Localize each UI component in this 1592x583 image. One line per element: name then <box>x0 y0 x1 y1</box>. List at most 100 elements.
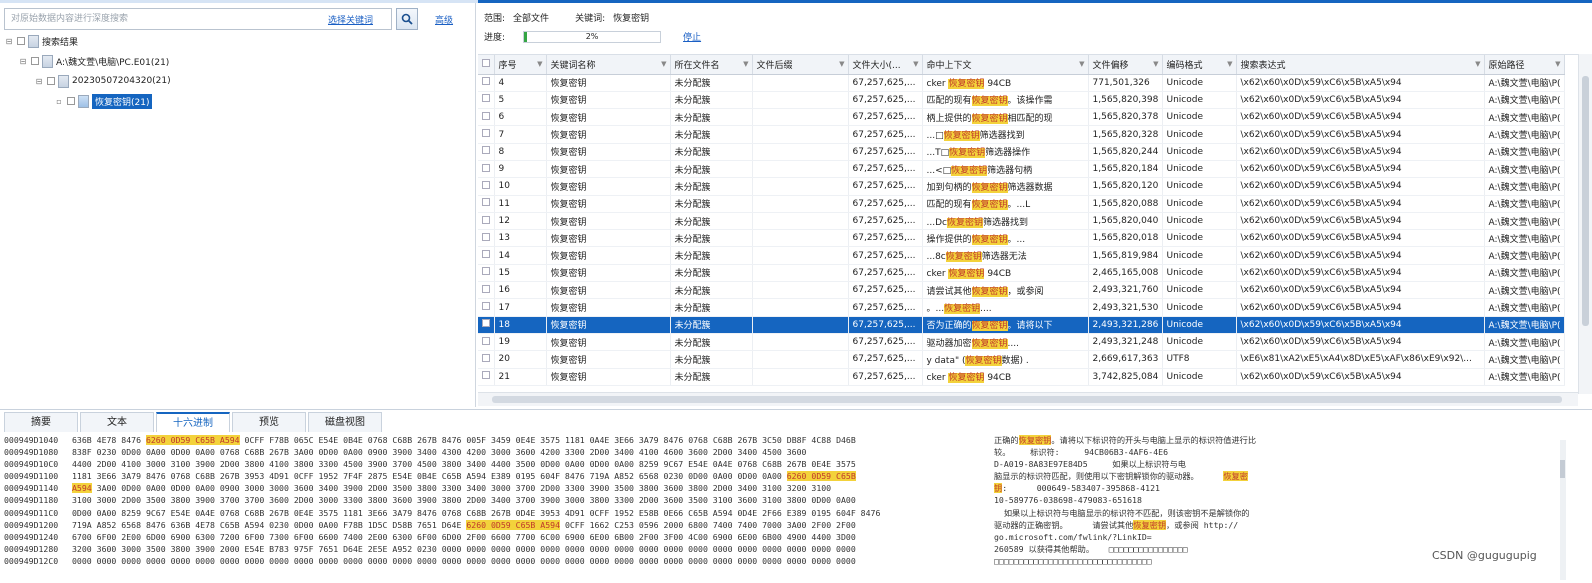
filter-icon[interactable]: ▼ <box>1555 60 1560 68</box>
row-checkbox-cell[interactable] <box>478 195 495 213</box>
tree-expander-icon[interactable]: ▫ <box>54 97 64 106</box>
row-checkbox-cell[interactable] <box>478 91 495 110</box>
hex-line[interactable]: 000949D1200 719A A852 6568 8476 636B 4E78… <box>4 519 1374 531</box>
row-checkbox-cell[interactable] <box>478 212 495 231</box>
vertical-scroll-thumb[interactable] <box>1582 76 1589 326</box>
row-checkbox-cell[interactable] <box>478 316 495 334</box>
hex-line[interactable]: 000949D1180 3100 3000 2D00 3500 3800 3900… <box>4 494 1374 506</box>
row-checkbox[interactable] <box>482 215 490 224</box>
search-button[interactable] <box>396 8 418 30</box>
filter-icon[interactable]: ▼ <box>743 60 748 68</box>
hex-line[interactable]: 000949D1280 3200 3600 3000 3500 3800 3900… <box>4 543 1374 555</box>
tab-3[interactable]: 预览 <box>232 412 306 432</box>
filter-icon[interactable]: ▼ <box>839 60 844 68</box>
column-header[interactable]: 文件大小(... ▼ <box>848 55 923 75</box>
row-checkbox-cell[interactable] <box>478 281 495 300</box>
row-checkbox[interactable] <box>482 146 490 155</box>
row-checkbox[interactable] <box>482 371 490 380</box>
select-all-checkbox-cell[interactable] <box>478 55 495 75</box>
tab-1[interactable]: 文本 <box>80 412 154 432</box>
tree-node[interactable]: ⊟ 搜索结果 <box>4 33 78 49</box>
filter-icon[interactable]: ▼ <box>913 60 918 68</box>
tree-node[interactable]: ⊟ 20230507204320(21) <box>34 73 171 89</box>
stop-link[interactable]: 停止 <box>683 30 701 43</box>
hex-line[interactable]: 000949D11C0 0D00 0A00 8259 9C67 E54E 0A4E… <box>4 507 1374 519</box>
row-checkbox[interactable] <box>482 94 490 103</box>
table-row[interactable]: 11 恢复密钥 未分配簇 67,257,625,... 匹配的现有恢复密钥。...L 1,… <box>478 195 1565 213</box>
filter-icon[interactable]: ▼ <box>1153 60 1158 68</box>
tree-checkbox[interactable] <box>67 97 75 105</box>
column-header[interactable]: 编码格式 ▼ <box>1162 55 1237 75</box>
table-row[interactable]: 5 恢复密钥 未分配簇 67,257,625,... 匹配的现有恢复密钥。该操作需 1,5… <box>478 91 1565 110</box>
table-row[interactable]: 10 恢复密钥 未分配簇 67,257,625,... 加到句柄的恢复密钥筛选器数据 1,… <box>478 177 1565 196</box>
table-row[interactable]: 12 恢复密钥 未分配簇 67,257,625,... ...Dc恢复密钥筛选器找到 1,… <box>478 212 1565 231</box>
table-row[interactable]: 15 恢复密钥 未分配簇 67,257,625,... cker 恢复密钥 94CB 2,… <box>478 264 1565 283</box>
row-checkbox-cell[interactable] <box>478 264 495 283</box>
table-row[interactable]: 20 恢复密钥 未分配簇 67,257,625,... y data" (恢复密钥数据)… <box>478 350 1565 369</box>
table-row[interactable]: 14 恢复密钥 未分配簇 67,257,625,... ...8c恢复密钥筛选器无法 1,… <box>478 246 1565 265</box>
column-header[interactable]: 原始路径 ▼ <box>1484 55 1565 75</box>
row-checkbox-cell[interactable] <box>478 74 495 92</box>
row-checkbox[interactable] <box>482 163 490 172</box>
horizontal-scrollbar[interactable] <box>478 392 1578 406</box>
row-checkbox[interactable] <box>482 319 490 328</box>
row-checkbox[interactable] <box>482 353 490 362</box>
table-row[interactable]: 7 恢复密钥 未分配簇 67,257,625,... ...□恢复密钥筛选器找到 1,56… <box>478 125 1565 144</box>
hex-line[interactable]: 000949D1040 636B 4E78 8476 6260 0D59 C65B… <box>4 434 1374 446</box>
column-header[interactable]: 序号 ▼ <box>494 55 547 75</box>
row-checkbox-cell[interactable] <box>478 143 495 161</box>
filter-icon[interactable]: ▼ <box>661 60 666 68</box>
horizontal-scroll-thumb[interactable] <box>492 396 1562 403</box>
column-header[interactable]: 所在文件名 ▼ <box>670 55 753 75</box>
hex-line[interactable]: 000949D1240 6700 6F00 2E00 6D00 6900 6300… <box>4 531 1374 543</box>
tab-0[interactable]: 摘要 <box>4 412 78 432</box>
row-checkbox-cell[interactable] <box>478 177 495 196</box>
tree-checkbox[interactable] <box>31 57 39 65</box>
tree-expander-icon[interactable]: ⊟ <box>18 57 28 66</box>
table-row[interactable]: 19 恢复密钥 未分配簇 67,257,625,... 驱动器加密恢复密钥.... 2,4… <box>478 333 1565 352</box>
row-checkbox-cell[interactable] <box>478 333 495 352</box>
tree-node[interactable]: ▫ 恢复密钥(21) <box>54 93 153 109</box>
table-row[interactable]: 21 恢复密钥 未分配簇 67,257,625,... cker 恢复密钥 94CB 3,… <box>478 368 1565 386</box>
row-checkbox-cell[interactable] <box>478 368 495 386</box>
table-row[interactable]: 9 恢复密钥 未分配簇 67,257,625,... ...<□恢复密钥筛选器句柄 1,5… <box>478 160 1565 179</box>
tree-checkbox[interactable] <box>17 37 25 45</box>
table-row[interactable]: 4 恢复密钥 未分配簇 67,257,625,... cker 恢复密钥 94CB 771… <box>478 74 1565 92</box>
row-checkbox[interactable] <box>482 180 490 189</box>
row-checkbox[interactable] <box>482 336 490 345</box>
row-checkbox[interactable] <box>482 284 490 293</box>
hex-scrollbar[interactable] <box>1560 440 1566 580</box>
row-checkbox-cell[interactable] <box>478 108 495 127</box>
row-checkbox[interactable] <box>482 250 490 259</box>
row-checkbox-cell[interactable] <box>478 246 495 265</box>
row-checkbox[interactable] <box>482 302 490 310</box>
table-row[interactable]: 6 恢复密钥 未分配簇 67,257,625,... 柄上提供的恢复密钥相匹配的现 1,5… <box>478 108 1565 127</box>
hex-line[interactable]: 000949D10C0 4400 2D00 4100 3000 3100 3900… <box>4 458 1374 470</box>
select-all-checkbox[interactable] <box>482 58 490 67</box>
row-checkbox-cell[interactable] <box>478 125 495 144</box>
filter-icon[interactable]: ▼ <box>1475 60 1480 68</box>
column-header[interactable]: 搜索表达式 ▼ <box>1236 55 1485 75</box>
filter-icon[interactable]: ▼ <box>1227 60 1232 68</box>
row-checkbox[interactable] <box>482 198 490 207</box>
search-input[interactable] <box>5 9 305 29</box>
row-checkbox-cell[interactable] <box>478 229 495 248</box>
row-checkbox-cell[interactable] <box>478 350 495 369</box>
tree-expander-icon[interactable]: ⊟ <box>34 77 44 86</box>
row-checkbox[interactable] <box>482 129 490 138</box>
tree-checkbox[interactable] <box>47 77 55 85</box>
hex-line[interactable]: 000949D1080 838F 0230 0D00 0A00 0D00 0A00… <box>4 446 1374 458</box>
row-checkbox[interactable] <box>482 232 490 241</box>
tree-expander-icon[interactable]: ⊟ <box>4 37 14 46</box>
hex-scroll-thumb[interactable] <box>1560 460 1565 478</box>
advanced-link[interactable]: 高级 <box>435 13 453 26</box>
column-header[interactable]: 命中上下文 ▼ <box>922 55 1089 75</box>
hex-line[interactable]: 000949D12C0 0000 0000 0000 0000 0000 0000… <box>4 555 1374 567</box>
table-row[interactable]: 16 恢复密钥 未分配簇 67,257,625,... 请尝试其他恢复密钥，或参阅 2,4… <box>478 281 1565 300</box>
table-row[interactable]: 8 恢复密钥 未分配簇 67,257,625,... ...T□恢复密钥筛选器操作 1,5… <box>478 143 1565 161</box>
hex-line[interactable]: 000949D1100 1181 3E66 3A79 8476 0768 C68B… <box>4 470 1374 482</box>
column-header[interactable]: 文件后缀 ▼ <box>752 55 849 75</box>
row-checkbox-cell[interactable] <box>478 160 495 179</box>
select-keyword-link[interactable]: 选择关键词 <box>328 13 373 26</box>
table-row[interactable]: 18 恢复密钥 未分配簇 67,257,625,... 否为正确的恢复密钥。请将以下 2,… <box>478 316 1565 334</box>
